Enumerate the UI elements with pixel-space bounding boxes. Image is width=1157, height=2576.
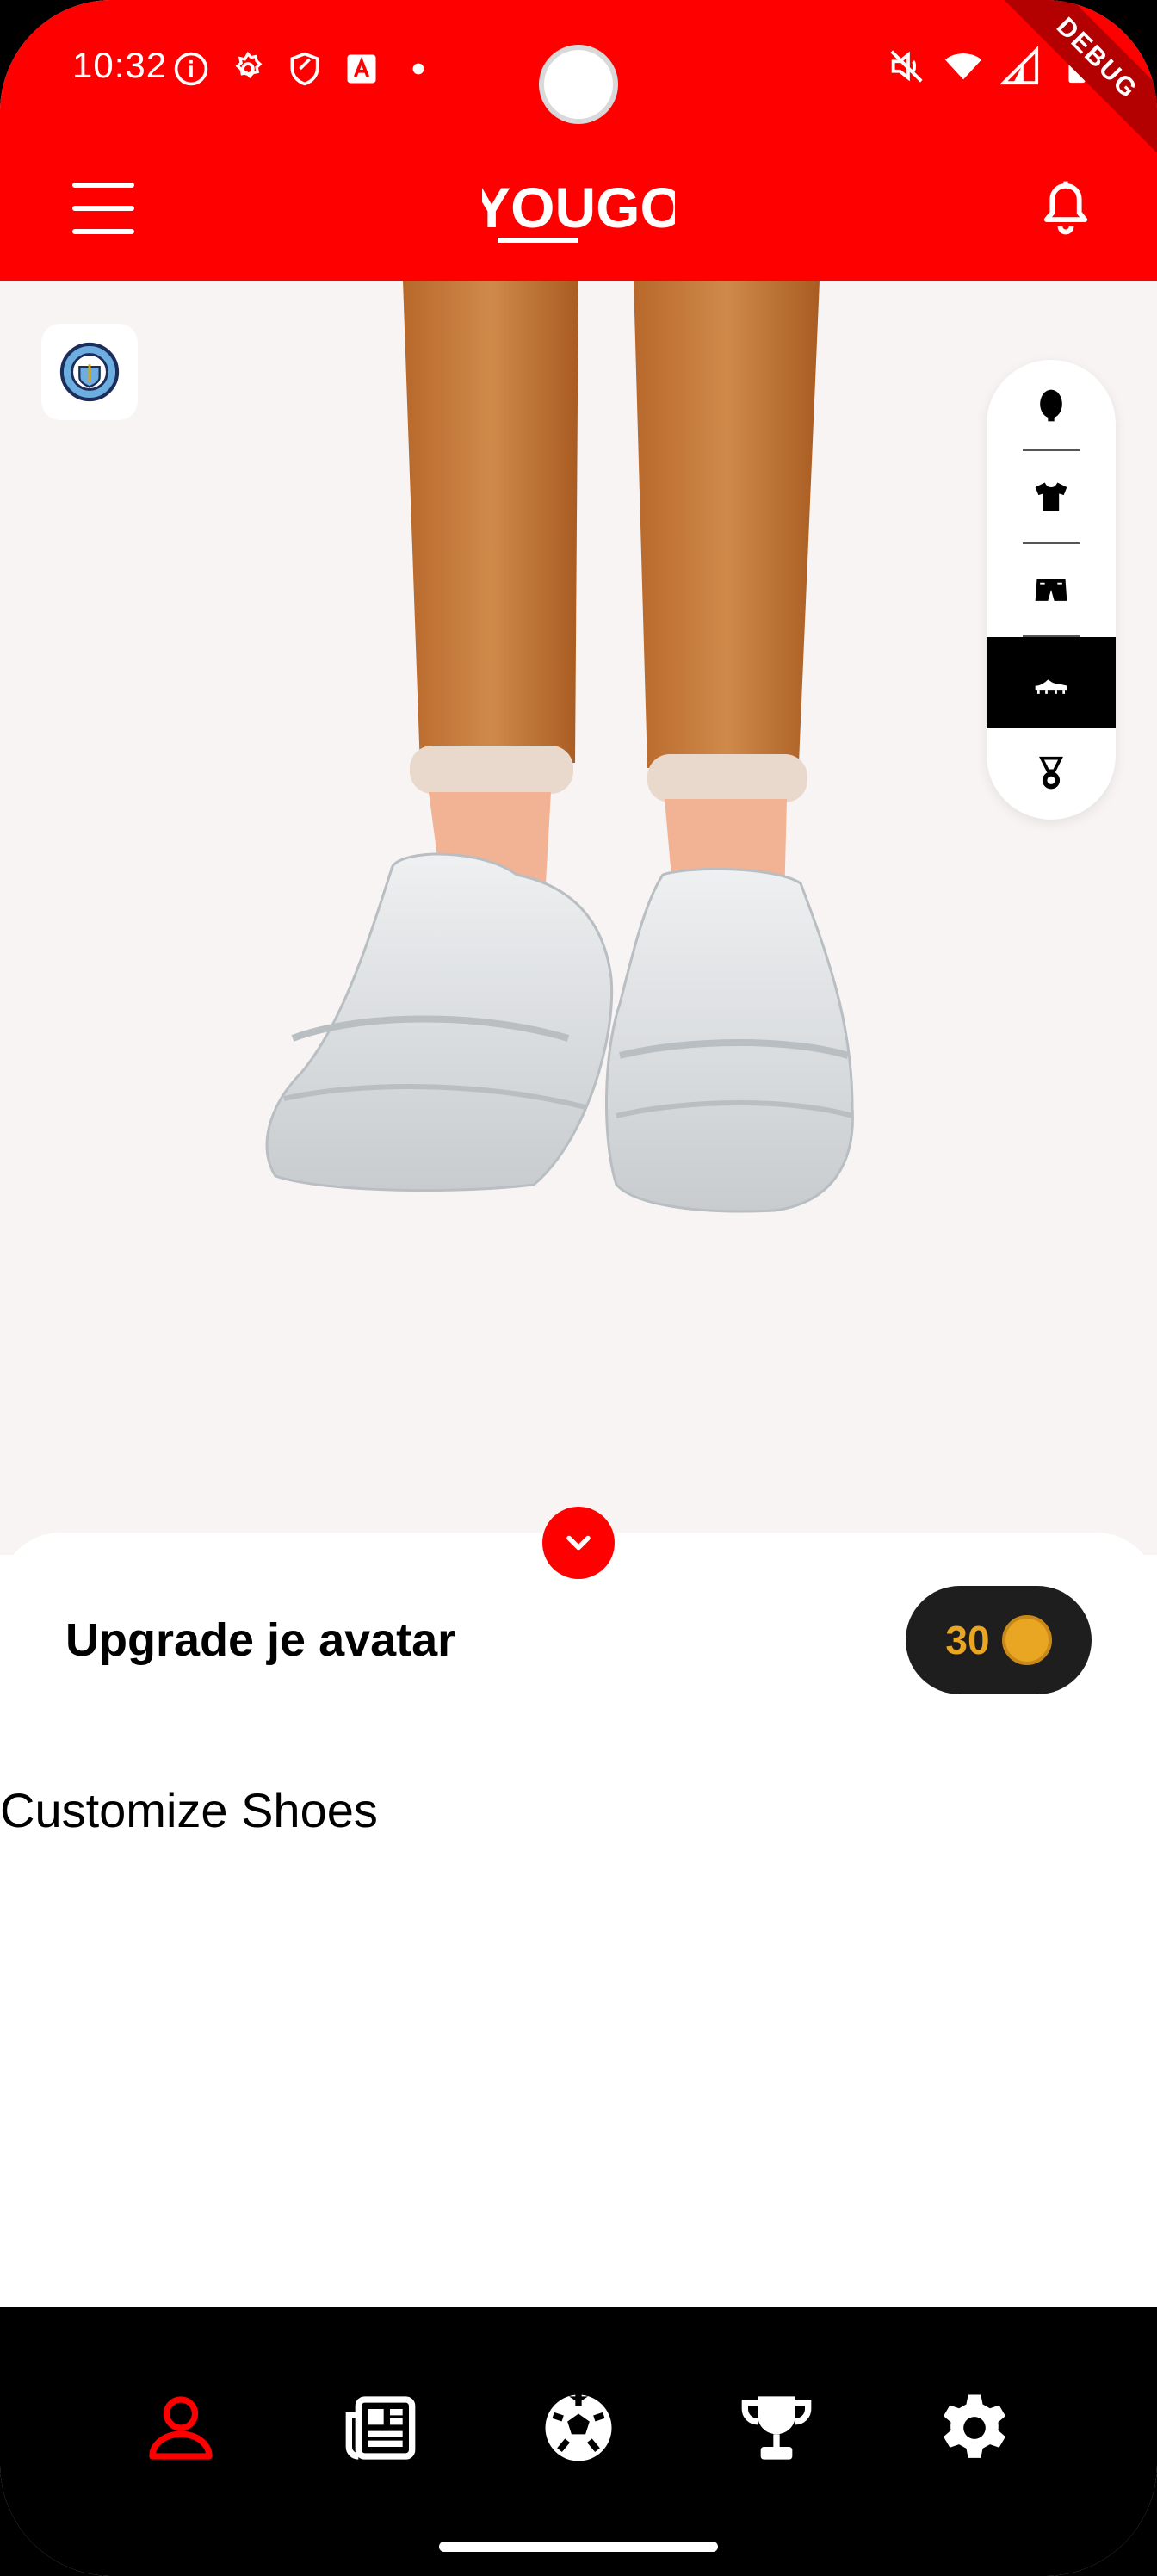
shorts-icon bbox=[1035, 579, 1067, 601]
mute-icon bbox=[890, 50, 923, 83]
nav-trophies[interactable] bbox=[725, 2376, 828, 2480]
yougo-logo: YOUGO bbox=[482, 176, 675, 243]
status-icons-left bbox=[172, 50, 437, 88]
trophy-icon bbox=[741, 2396, 812, 2460]
avatar-preview bbox=[0, 281, 1157, 1555]
nav-matches[interactable] bbox=[527, 2376, 630, 2480]
gear-icon bbox=[944, 2394, 1005, 2458]
category-medal-button[interactable] bbox=[987, 728, 1116, 820]
club-crest-icon bbox=[59, 342, 120, 402]
avatar-illustration bbox=[265, 281, 854, 1213]
club-badge-button[interactable] bbox=[41, 324, 138, 420]
info-icon bbox=[174, 52, 208, 86]
hamburger-icon-line bbox=[72, 183, 134, 188]
bell-icon[interactable] bbox=[1038, 179, 1093, 238]
coin-balance[interactable]: 30 bbox=[906, 1586, 1092, 1694]
coin-count: 30 bbox=[945, 1618, 990, 1663]
shield-icon bbox=[290, 52, 319, 86]
nav-news[interactable] bbox=[329, 2376, 432, 2480]
avatar-category-menu bbox=[987, 360, 1116, 820]
section-title: Customize Shoes bbox=[0, 1783, 378, 1837]
bottom-navigation bbox=[0, 2307, 1157, 2576]
wifi-icon bbox=[944, 53, 982, 80]
category-shorts-button[interactable] bbox=[987, 544, 1116, 635]
a-icon bbox=[347, 54, 376, 84]
chevron-down-icon bbox=[566, 1535, 591, 1551]
signal-icon bbox=[1000, 46, 1039, 85]
app-screen: 10:32 DEBUG YOUGO Upgrade je avatar 30 C… bbox=[0, 0, 1157, 2576]
head-icon bbox=[1040, 389, 1062, 422]
camera-cutout bbox=[539, 45, 618, 124]
dot-icon bbox=[412, 63, 424, 75]
hamburger-icon-line bbox=[72, 229, 134, 234]
category-head-button[interactable] bbox=[987, 360, 1116, 451]
hamburger-icon-line bbox=[72, 206, 134, 211]
settings-icon bbox=[235, 51, 263, 79]
svg-text:YOUGO: YOUGO bbox=[482, 176, 675, 239]
soccer-ball-icon bbox=[545, 2394, 612, 2461]
category-shoes-button[interactable] bbox=[987, 637, 1116, 728]
category-shirt-button[interactable] bbox=[987, 451, 1116, 542]
shirt-icon bbox=[1035, 482, 1067, 511]
collapse-sheet-button[interactable] bbox=[542, 1507, 615, 1579]
nav-profile[interactable] bbox=[129, 2376, 232, 2480]
nav-settings[interactable] bbox=[923, 2376, 1026, 2480]
shoe-icon bbox=[1035, 679, 1067, 694]
newspaper-icon bbox=[345, 2396, 416, 2460]
home-indicator[interactable] bbox=[439, 2542, 718, 2552]
hamburger-menu-button[interactable] bbox=[72, 183, 134, 234]
user-icon bbox=[149, 2396, 213, 2460]
coin-icon bbox=[1001, 1615, 1052, 1665]
sheet-title: Upgrade je avatar bbox=[65, 1614, 456, 1666]
app-header: 10:32 DEBUG YOUGO bbox=[0, 0, 1157, 281]
status-time: 10:32 bbox=[72, 45, 168, 85]
medal-icon bbox=[1039, 756, 1063, 790]
